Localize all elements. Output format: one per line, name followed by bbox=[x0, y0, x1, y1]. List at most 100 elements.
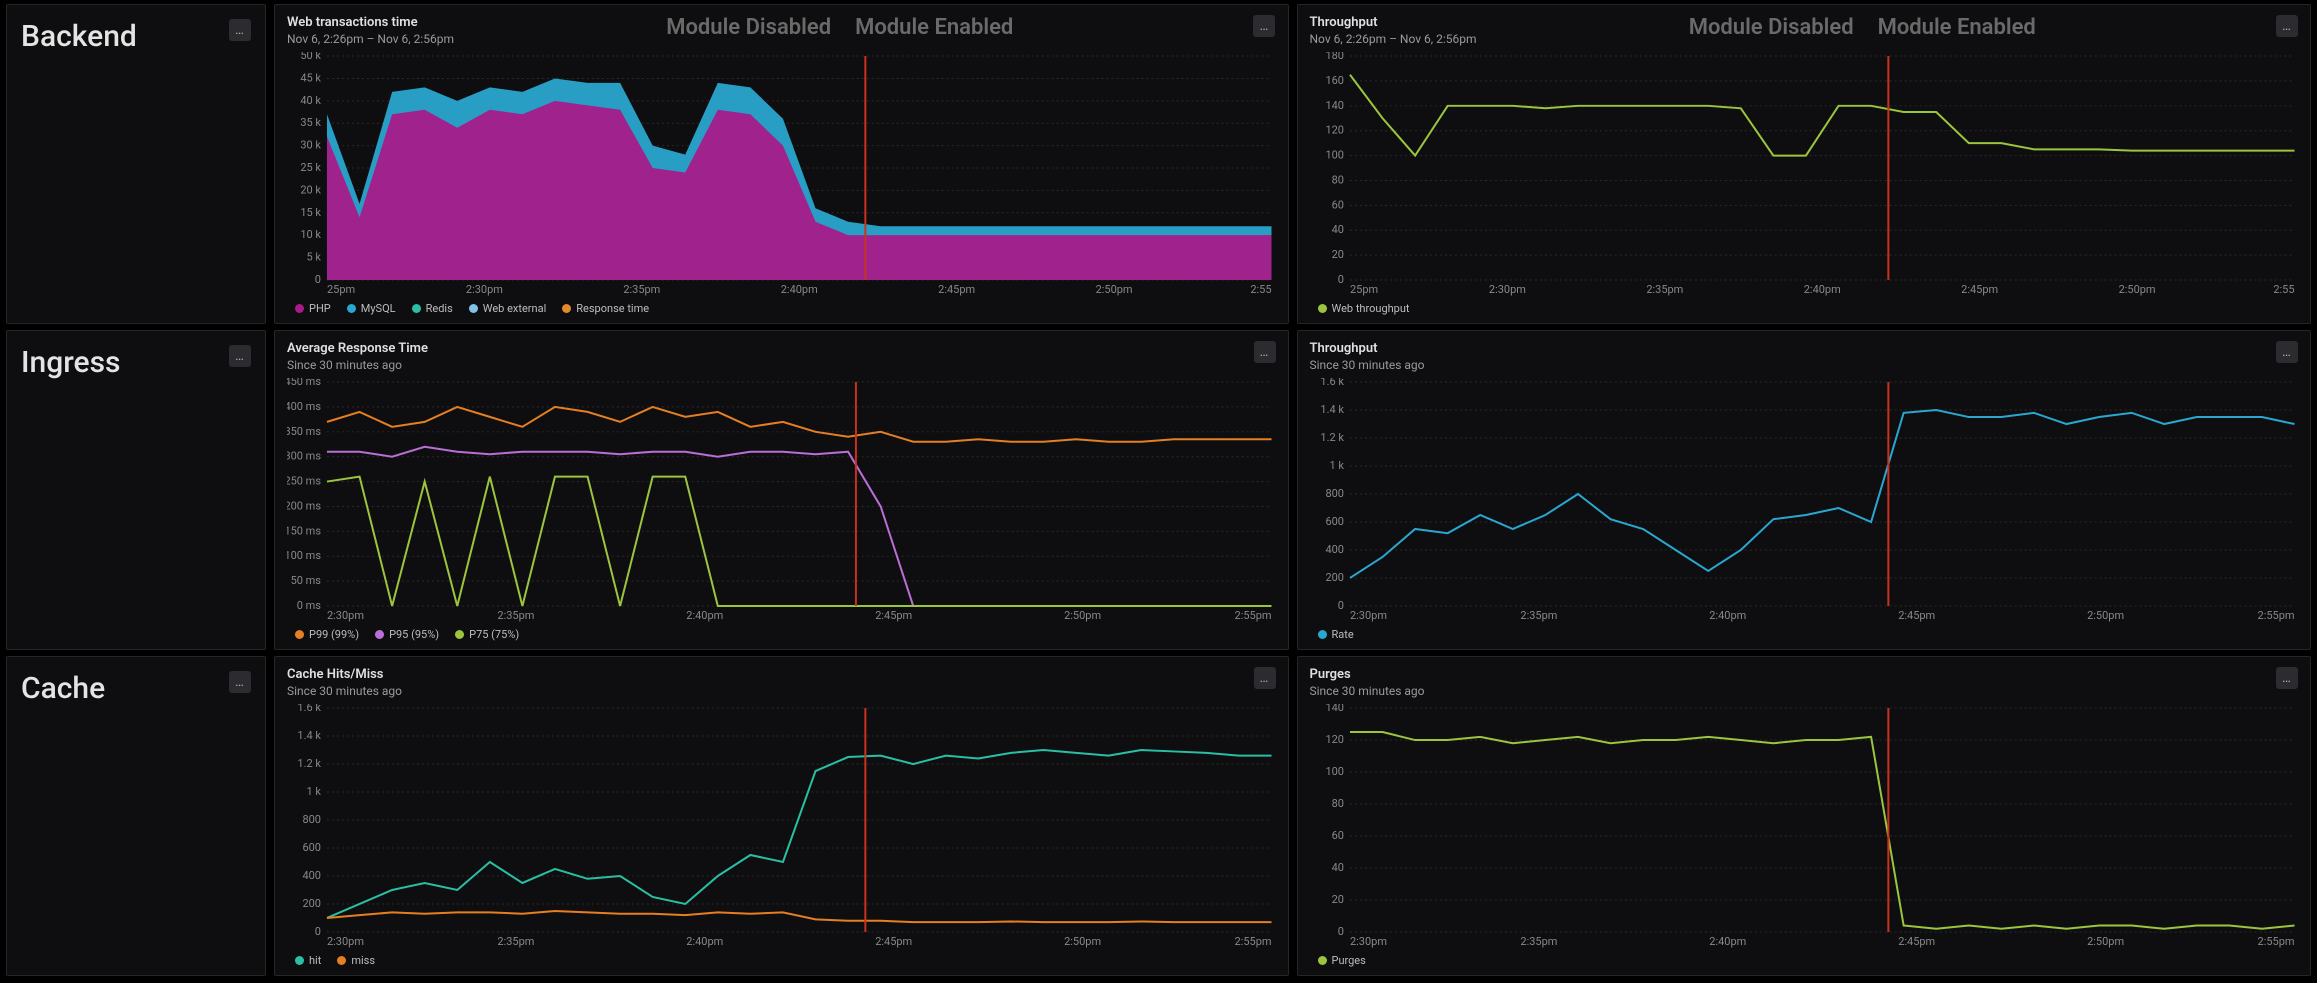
legend-item[interactable]: MySQL bbox=[347, 302, 396, 315]
legend: Rate bbox=[1310, 622, 2299, 641]
legend-label: Web throughput bbox=[1332, 302, 1410, 315]
svg-text:600: 600 bbox=[1325, 515, 1344, 528]
legend-dot-icon bbox=[375, 630, 384, 639]
legend-item[interactable]: Redis bbox=[412, 302, 453, 315]
svg-text:30 k: 30 k bbox=[300, 139, 321, 152]
svg-text:2:40pm: 2:40pm bbox=[686, 609, 723, 622]
row-ingress: Ingress … Average Response Time Since 30… bbox=[6, 330, 2311, 650]
svg-text:0: 0 bbox=[315, 273, 321, 286]
legend-dot-icon bbox=[337, 956, 346, 965]
legend-dot-icon bbox=[562, 304, 571, 313]
svg-text:40 k: 40 k bbox=[300, 94, 321, 107]
panel-web-tx: Web transactions time Nov 6, 2:26pm – No… bbox=[274, 4, 1289, 324]
legend: P99 (99%) P95 (95%) P75 (75%) bbox=[287, 622, 1276, 641]
svg-text:2:50pm: 2:50pm bbox=[1064, 935, 1101, 948]
svg-text:400: 400 bbox=[302, 869, 321, 882]
legend-dot-icon bbox=[1318, 956, 1327, 965]
svg-text:25 k: 25 k bbox=[300, 161, 321, 174]
svg-text:2:55pm: 2:55pm bbox=[1235, 609, 1272, 622]
state-enabled: Module Enabled bbox=[855, 15, 1013, 40]
legend-label: P99 (99%) bbox=[309, 628, 359, 641]
chart[interactable]: 0 ms50 ms100 ms150 ms200 ms250 ms300 ms3… bbox=[287, 378, 1276, 622]
legend-label: Rate bbox=[1332, 628, 1354, 641]
legend: PHP MySQL Redis Web external Response time bbox=[287, 296, 1276, 315]
panel-menu-button[interactable]: … bbox=[2276, 15, 2298, 37]
svg-text:2:45pm: 2:45pm bbox=[875, 609, 912, 622]
legend-item[interactable]: Web throughput bbox=[1318, 302, 1410, 315]
legend-item[interactable]: Purges bbox=[1318, 954, 1366, 967]
svg-text:200: 200 bbox=[1325, 571, 1344, 584]
svg-text:1.2 k: 1.2 k bbox=[297, 757, 321, 770]
legend-dot-icon bbox=[455, 630, 464, 639]
svg-text:120: 120 bbox=[1325, 124, 1344, 137]
section-menu-button[interactable]: … bbox=[229, 671, 251, 693]
svg-text:2:30pm: 2:30pm bbox=[327, 935, 364, 948]
svg-text:300 ms: 300 ms bbox=[287, 450, 321, 463]
svg-text:10 k: 10 k bbox=[300, 228, 321, 241]
svg-text:5 k: 5 k bbox=[307, 251, 322, 264]
svg-text:60: 60 bbox=[1331, 198, 1343, 211]
panel-menu-button[interactable]: … bbox=[2276, 341, 2298, 363]
chart[interactable]: 02040608010012014016018025pm2:30pm2:35pm… bbox=[1310, 52, 2299, 296]
panel-menu-button[interactable]: … bbox=[1254, 341, 1276, 363]
svg-text:2:40pm: 2:40pm bbox=[1803, 283, 1840, 296]
panel-subtitle: Nov 6, 2:26pm – Nov 6, 2:56pm bbox=[1310, 32, 1477, 46]
svg-text:2:40pm: 2:40pm bbox=[686, 935, 723, 948]
svg-text:1.6 k: 1.6 k bbox=[297, 704, 321, 714]
panel-throughput-2: Throughput Since 30 minutes ago … 020040… bbox=[1297, 330, 2312, 650]
panel-menu-button[interactable]: … bbox=[1254, 667, 1276, 689]
section-header-cache: Cache … bbox=[6, 656, 266, 976]
svg-text:400 ms: 400 ms bbox=[287, 400, 321, 413]
legend-label: Response time bbox=[576, 302, 649, 315]
panel-title: Purges bbox=[1310, 667, 1425, 682]
svg-text:140: 140 bbox=[1325, 99, 1344, 112]
section-title: Cache bbox=[21, 671, 105, 706]
panel-title: Average Response Time bbox=[287, 341, 428, 356]
svg-text:50 k: 50 k bbox=[300, 52, 321, 62]
legend-item[interactable]: Rate bbox=[1318, 628, 1354, 641]
legend-dot-icon bbox=[1318, 304, 1327, 313]
legend-label: MySQL bbox=[361, 302, 396, 315]
legend-item[interactable]: Web external bbox=[469, 302, 547, 315]
chart[interactable]: 05 k10 k15 k20 k25 k30 k35 k40 k45 k50 k… bbox=[287, 52, 1276, 296]
svg-text:800: 800 bbox=[1325, 487, 1344, 500]
svg-text:800: 800 bbox=[302, 813, 321, 826]
legend-label: Redis bbox=[426, 302, 453, 315]
svg-text:1 k: 1 k bbox=[307, 785, 322, 798]
section-header-backend: Backend … bbox=[6, 4, 266, 324]
section-menu-button[interactable]: … bbox=[229, 19, 251, 41]
svg-text:2:55: 2:55 bbox=[1250, 283, 1271, 296]
svg-text:2:40pm: 2:40pm bbox=[1709, 935, 1746, 948]
svg-text:0: 0 bbox=[1337, 273, 1343, 286]
legend-item[interactable]: P99 (99%) bbox=[295, 628, 359, 641]
legend-item[interactable]: P95 (95%) bbox=[375, 628, 439, 641]
panel-menu-button[interactable]: … bbox=[2276, 667, 2298, 689]
panel-throughput-1: Throughput Nov 6, 2:26pm – Nov 6, 2:56pm… bbox=[1297, 4, 2312, 324]
chart[interactable]: 02004006008001 k1.2 k1.4 k1.6 k2:30pm2:3… bbox=[287, 704, 1276, 948]
panel-menu-button[interactable]: … bbox=[1253, 15, 1275, 37]
svg-text:1.2 k: 1.2 k bbox=[1320, 431, 1344, 444]
chart[interactable]: 0204060801001201402:30pm2:35pm2:40pm2:45… bbox=[1310, 704, 2299, 948]
legend-dot-icon bbox=[347, 304, 356, 313]
chart[interactable]: 02004006008001 k1.2 k1.4 k1.6 k2:30pm2:3… bbox=[1310, 378, 2299, 622]
svg-text:2:55pm: 2:55pm bbox=[2257, 609, 2294, 622]
legend-item[interactable]: hit bbox=[295, 954, 321, 967]
legend-item[interactable]: P75 (75%) bbox=[455, 628, 519, 641]
svg-text:20: 20 bbox=[1331, 893, 1343, 906]
section-title: Ingress bbox=[21, 345, 120, 380]
svg-text:250 ms: 250 ms bbox=[287, 475, 321, 488]
legend: Purges bbox=[1310, 948, 2299, 967]
legend-label: Purges bbox=[1332, 954, 1366, 967]
section-menu-button[interactable]: … bbox=[229, 345, 251, 367]
svg-text:450 ms: 450 ms bbox=[287, 378, 321, 388]
legend-label: P75 (75%) bbox=[469, 628, 519, 641]
svg-text:80: 80 bbox=[1331, 797, 1343, 810]
svg-text:200: 200 bbox=[302, 897, 321, 910]
legend-item[interactable]: miss bbox=[337, 954, 375, 967]
legend-item[interactable]: PHP bbox=[295, 302, 331, 315]
legend-dot-icon bbox=[295, 956, 304, 965]
svg-text:2:45pm: 2:45pm bbox=[938, 283, 975, 296]
svg-text:200 ms: 200 ms bbox=[287, 499, 321, 512]
legend-item[interactable]: Response time bbox=[562, 302, 649, 315]
svg-text:2:30pm: 2:30pm bbox=[327, 609, 364, 622]
